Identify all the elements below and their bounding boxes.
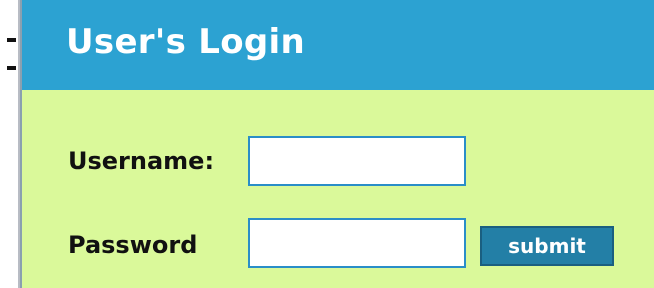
left-strip-mark (7, 66, 16, 70)
password-input[interactable] (248, 218, 466, 268)
username-input[interactable] (248, 136, 466, 186)
submit-button[interactable]: submit (480, 226, 614, 266)
left-sidebar-strip (0, 0, 20, 288)
left-strip-mark (7, 38, 16, 42)
password-label: Password (68, 231, 198, 259)
login-panel-header: User's Login (22, 0, 654, 90)
username-label: Username: (68, 147, 215, 175)
login-title: User's Login (66, 22, 305, 62)
login-panel: User's Login Username: Password submit (20, 0, 654, 288)
page-frame: User's Login Username: Password submit (0, 0, 654, 288)
